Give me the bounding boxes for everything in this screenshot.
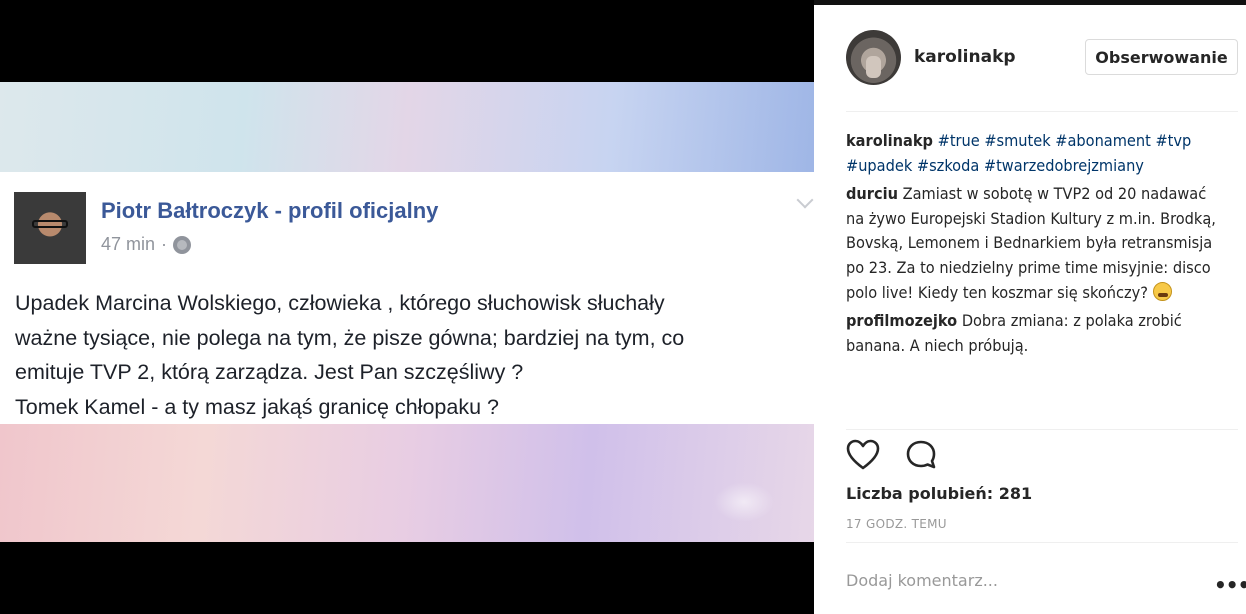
divider bbox=[846, 429, 1238, 430]
tired-face-emoji-icon bbox=[1152, 281, 1172, 301]
hashtag-link[interactable]: #tvp bbox=[1155, 131, 1191, 150]
add-comment-input[interactable]: Dodaj komentarz... bbox=[846, 571, 998, 590]
post-media: Piotr Bałtroczyk - profil oficjalny 47 m… bbox=[0, 0, 814, 614]
hashtag-link[interactable]: #twarzedobrejzmiany bbox=[984, 156, 1144, 175]
avatar[interactable] bbox=[846, 30, 901, 85]
fb-meta-separator: · bbox=[161, 234, 168, 254]
comment-item: profilmozejko Dobra zmiana: z polaka zro… bbox=[846, 309, 1226, 358]
fb-text-line: Tomek Kamel - a ty masz jakąś granicę ch… bbox=[15, 394, 499, 419]
fb-post-time: 47 min bbox=[101, 234, 156, 254]
more-options-icon[interactable]: ••• bbox=[1214, 573, 1246, 597]
comment-username[interactable]: profilmozejko bbox=[846, 311, 957, 330]
heart-icon[interactable] bbox=[846, 439, 880, 471]
hashtag-link[interactable]: #smutek bbox=[984, 131, 1050, 150]
comment-icon[interactable] bbox=[904, 439, 938, 471]
post-timestamp[interactable]: 17 GODZ. TEMU bbox=[846, 517, 947, 531]
caption-username[interactable]: karolinakp bbox=[846, 131, 933, 150]
facebook-post-screenshot: Piotr Bałtroczyk - profil oficjalny 47 m… bbox=[0, 172, 814, 424]
comments-list: karolinakp #true #smutek #abonament #tvp… bbox=[846, 129, 1226, 429]
fb-post-text: Upadek Marcina Wolskiego, człowieka , kt… bbox=[15, 286, 805, 424]
caption: karolinakp #true #smutek #abonament #tvp… bbox=[846, 129, 1226, 178]
comment-username[interactable]: durciu bbox=[846, 184, 898, 203]
chevron-down-icon bbox=[796, 191, 814, 209]
post-sidebar: karolinakp Obserwowanie karolinakp #true… bbox=[814, 5, 1246, 614]
fb-author-name: Piotr Bałtroczyk - profil oficjalny bbox=[101, 198, 439, 223]
username-link[interactable]: karolinakp bbox=[914, 47, 1016, 67]
divider bbox=[846, 542, 1238, 543]
fb-author-avatar bbox=[14, 192, 86, 264]
divider bbox=[846, 111, 1238, 112]
fb-text-line: emituje TVP 2, którą zarządza. Jest Pan … bbox=[15, 360, 524, 384]
comment-item: durciu Zamiast w sobotę w TVP2 od 20 nad… bbox=[846, 182, 1226, 305]
fb-post-meta: 47 min · bbox=[101, 234, 192, 255]
post-header: karolinakp Obserwowanie bbox=[814, 5, 1246, 111]
following-button[interactable]: Obserwowanie bbox=[1085, 39, 1238, 75]
fb-text-line: ważne tysiące, nie polega na tym, że pis… bbox=[15, 325, 685, 350]
globe-icon bbox=[173, 235, 192, 254]
likes-count[interactable]: Liczba polubień: 281 bbox=[846, 484, 1032, 503]
hashtag-link[interactable]: #true bbox=[938, 131, 980, 150]
fb-text-line: Upadek Marcina Wolskiego, człowieka , kt… bbox=[15, 291, 665, 315]
hashtag-link[interactable]: #upadek bbox=[846, 156, 912, 175]
hashtag-link[interactable]: #szkoda bbox=[917, 156, 979, 175]
post-actions bbox=[846, 435, 938, 475]
hashtag-link[interactable]: #abonament bbox=[1055, 131, 1151, 150]
